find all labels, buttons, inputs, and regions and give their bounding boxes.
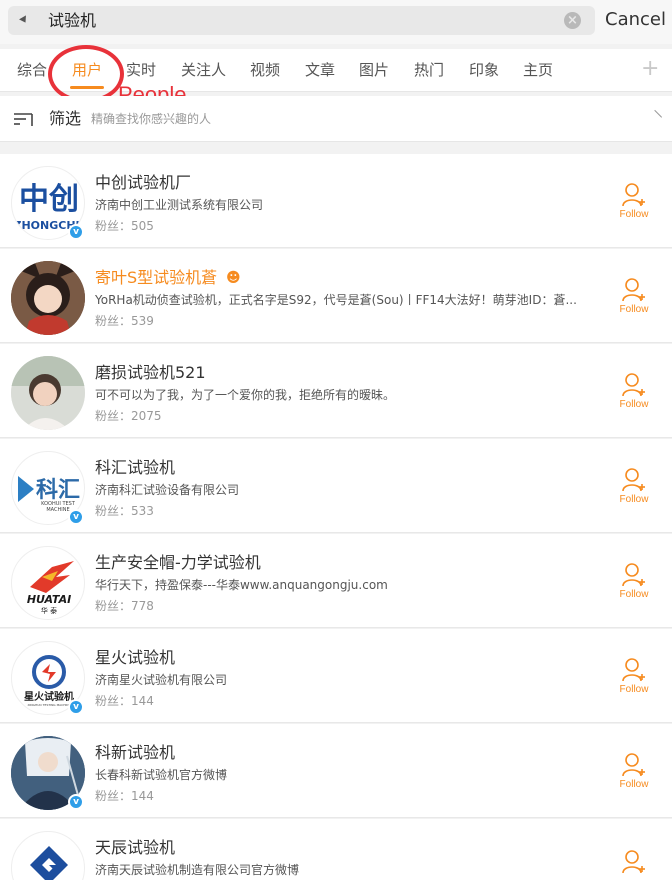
user-fans: 粉丝：533 <box>95 504 154 518</box>
follow-button[interactable]: Follow <box>612 467 656 509</box>
list-item[interactable]: 星火试验机 XINGHUO TESTING MACHINE v 星火试验机 济南… <box>0 629 672 723</box>
user-fans: 粉丝：539 <box>95 314 154 328</box>
tianchen-logo <box>30 846 68 880</box>
verified-icon: v <box>68 699 84 715</box>
user-fans: 粉丝：778 <box>95 599 154 613</box>
annotation-circle <box>48 45 124 103</box>
user-name[interactable]: 中创试验机厂 <box>95 172 191 194</box>
logo-small-text: XINGHUO TESTING MACHINE <box>27 703 70 707</box>
user-name[interactable]: 天辰试验机 <box>95 837 175 859</box>
cancel-button[interactable]: Cancel <box>605 8 666 32</box>
tab-comprehensive[interactable]: 综合 <box>17 60 47 80</box>
list-item[interactable]: 天辰试验机 济南天辰试验机制造有限公司官方微博 <box>0 819 672 880</box>
logo-big-text: HUATAI <box>27 593 71 606</box>
tab-images[interactable]: 图片 <box>359 60 389 80</box>
user-description: 济南天辰试验机制造有限公司官方微博 <box>95 863 300 877</box>
follow-icon <box>622 563 645 587</box>
follow-label: Follow <box>619 209 649 220</box>
tab-following[interactable]: 关注人 <box>181 60 226 80</box>
emoji-icon: ☻ <box>226 270 241 286</box>
list-item[interactable]: 科汇 KOOHUI TEST MACHINE v 科汇试验机 济南科汇试验设备有… <box>0 439 672 533</box>
user-fans: 粉丝：144 <box>95 789 154 803</box>
user-fans: 粉丝：2075 <box>95 409 162 423</box>
tab-realtime[interactable]: 实时 <box>126 60 156 80</box>
filter-label: 筛选 <box>49 109 82 128</box>
verified-icon: v <box>68 509 84 525</box>
avatar[interactable] <box>11 261 85 335</box>
user-description: 济南星火试验机有限公司 <box>95 673 228 687</box>
tab-homepage[interactable]: 主页 <box>523 60 553 80</box>
filter-row[interactable]: 筛选 精确查找你感兴趣的人 <box>0 96 672 142</box>
logo-small-text: 华 泰 <box>41 606 57 615</box>
search-query[interactable]: 试验机 <box>48 10 96 32</box>
user-fans: 粉丝：505 <box>95 219 154 233</box>
follow-button[interactable] <box>612 849 656 880</box>
follow-label: Follow <box>619 494 649 505</box>
user-description: 济南科汇试验设备有限公司 <box>95 483 240 497</box>
user-description: 济南中创工业测试系统有限公司 <box>95 198 264 212</box>
photo-avatar-image <box>11 356 85 430</box>
follow-icon <box>622 373 645 397</box>
user-description: 长春科新试验机官方微博 <box>95 768 228 782</box>
add-tab-icon[interactable]: + <box>641 57 659 81</box>
search-dropdown-icon[interactable] <box>19 15 29 25</box>
list-item[interactable]: HUATAI 华 泰 生产安全帽-力学试验机 华行天下，持盈保泰---华泰www… <box>0 534 672 628</box>
verified-icon: v <box>68 794 84 810</box>
filter-icon <box>14 113 33 126</box>
user-name[interactable]: 磨损试验机521 <box>95 362 206 384</box>
user-name[interactable]: 科汇试验机 <box>95 457 175 479</box>
verified-icon: v <box>68 224 84 240</box>
follow-button[interactable]: Follow <box>612 752 656 794</box>
clear-icon[interactable]: × <box>564 12 581 29</box>
follow-icon <box>622 183 645 207</box>
follow-button[interactable]: Follow <box>612 657 656 699</box>
user-name[interactable]: 寄叶S型试验机蒼 <box>95 267 217 289</box>
follow-icon <box>622 658 645 682</box>
follow-button[interactable]: Follow <box>612 372 656 414</box>
follow-button[interactable]: Follow <box>612 562 656 604</box>
list-item[interactable]: 中创 ZHONGCHU v 中创试验机厂 济南中创工业测试系统有限公司 粉丝：5… <box>0 154 672 248</box>
follow-icon <box>622 278 645 302</box>
follow-icon <box>622 850 645 874</box>
follow-icon <box>622 468 645 492</box>
avatar[interactable]: HUATAI 华 泰 <box>11 546 85 620</box>
user-description: 可不可以为了我，为了一个爱你的我，拒绝所有的暧昧。 <box>95 388 396 402</box>
logo-line2-text: MACHINE <box>46 507 69 513</box>
follow-label: Follow <box>619 684 649 695</box>
search-input[interactable]: 试验机 × <box>8 6 595 35</box>
filter-arrow-icon <box>647 109 663 125</box>
avatar[interactable] <box>11 831 85 880</box>
tab-hot[interactable]: 热门 <box>414 60 444 80</box>
user-name[interactable]: 生产安全帽-力学试验机 <box>95 552 261 574</box>
filter-hint: 精确查找你感兴趣的人 <box>91 112 212 126</box>
follow-label: Follow <box>619 779 649 790</box>
logo-big-text: 中创 <box>19 182 79 217</box>
list-item[interactable]: v 科新试验机 长春科新试验机官方微博 粉丝：144 Follow <box>0 724 672 818</box>
user-name[interactable]: 星火试验机 <box>95 647 175 669</box>
follow-label: Follow <box>619 589 649 600</box>
logo-big-text: 星火试验机 <box>24 690 74 703</box>
follow-label: Follow <box>619 304 649 315</box>
top-bar: 试验机 × Cancel <box>0 0 672 44</box>
list-item[interactable]: 磨损试验机521 可不可以为了我，为了一个爱你的我，拒绝所有的暧昧。 粉丝：20… <box>0 344 672 438</box>
logo-big-text: 科汇 <box>36 478 80 503</box>
user-description: 华行天下，持盈保泰---华泰www.anquangongju.com <box>95 578 388 592</box>
user-description: YoRHa机动侦查试验机，正式名字是S92，代号是蒼(Sou)丨FF14大法好！… <box>95 293 577 307</box>
follow-label: Follow <box>619 399 649 410</box>
tab-video[interactable]: 视频 <box>250 60 280 80</box>
follow-button[interactable]: Follow <box>612 277 656 319</box>
user-name[interactable]: 科新试验机 <box>95 742 175 764</box>
tab-articles[interactable]: 文章 <box>305 60 335 80</box>
tab-impression[interactable]: 印象 <box>469 60 499 80</box>
avatar[interactable] <box>11 356 85 430</box>
huatai-logo: HUATAI 华 泰 <box>27 561 74 615</box>
anime-avatar-image <box>11 261 85 335</box>
list-item[interactable]: 寄叶S型试验机蒼 ☻ YoRHa机动侦查试验机，正式名字是S92，代号是蒼(So… <box>0 249 672 343</box>
follow-button[interactable]: Follow <box>612 182 656 224</box>
follow-icon <box>622 753 645 777</box>
user-fans: 粉丝：144 <box>95 694 154 708</box>
